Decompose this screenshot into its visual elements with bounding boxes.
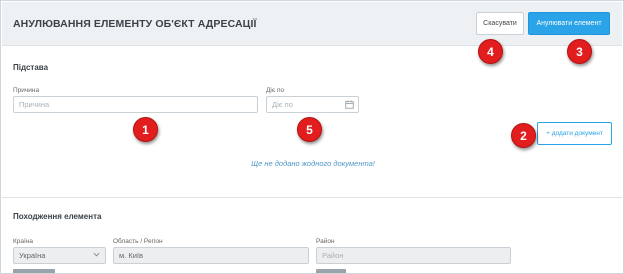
section-divider xyxy=(2,197,622,198)
valid-until-field[interactable] xyxy=(266,96,359,113)
annul-element-button[interactable]: Анулювати елемент xyxy=(528,12,610,35)
annul-dialog: АНУЛЮВАННЯ ЕЛЕМЕНТУ ОБ'ЄКТ АДРЕСАЦІЇ Ска… xyxy=(0,0,624,274)
chevron-down-icon xyxy=(93,252,100,257)
basis-section-title: Підстава xyxy=(13,63,49,72)
reason-label: Причина xyxy=(13,87,40,94)
cancel-button[interactable]: Скасувати xyxy=(476,12,524,35)
district-label: Район xyxy=(316,238,335,245)
valid-until-label: Діє по xyxy=(266,87,285,94)
add-document-button[interactable]: + додати документ xyxy=(537,122,612,145)
annotation-marker-3: 3 xyxy=(567,39,592,64)
annotation-marker-5: 5 xyxy=(297,117,322,142)
annotation-marker-2: 2 xyxy=(511,123,536,148)
annotation-marker-4: 4 xyxy=(478,39,503,64)
annotation-marker-1: 1 xyxy=(133,117,158,142)
region-field[interactable]: м. Київ xyxy=(113,247,309,264)
region-label: Область / Регіон xyxy=(113,238,163,245)
calendar-icon[interactable] xyxy=(345,100,354,109)
origin-section-title: Походження елемента xyxy=(13,212,102,221)
reason-input[interactable] xyxy=(13,96,258,113)
district-input[interactable] xyxy=(316,247,511,264)
country-select[interactable]: Україна xyxy=(13,247,106,264)
dialog-title: АНУЛЮВАННЯ ЕЛЕМЕНТУ ОБ'ЄКТ АДРЕСАЦІЇ xyxy=(13,18,257,30)
cut-off-label xyxy=(316,269,346,273)
empty-documents-message: Ще не додано жодного документа! xyxy=(251,159,375,168)
cut-off-label xyxy=(13,269,55,273)
country-label: Країна xyxy=(13,238,34,245)
